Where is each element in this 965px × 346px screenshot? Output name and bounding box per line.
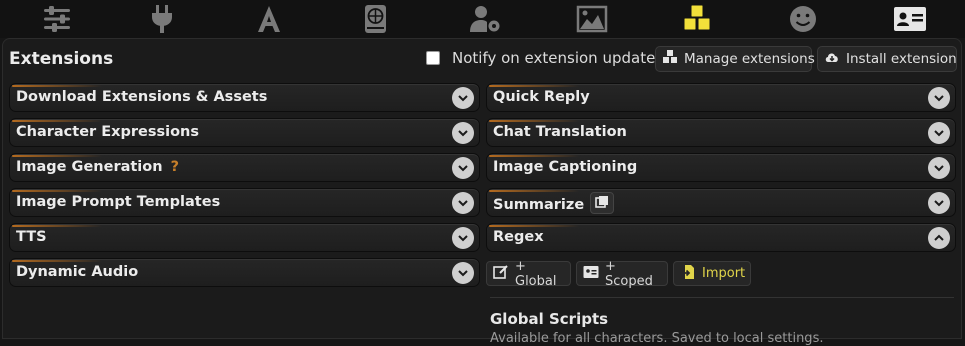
chevron-down-icon[interactable] — [928, 157, 950, 179]
cubes-icon — [662, 49, 678, 69]
drawer-image-prompt-templates[interactable]: Image Prompt Templates — [9, 188, 480, 217]
import-label: Import — [702, 266, 746, 281]
chevron-down-icon[interactable] — [452, 262, 474, 284]
file-import-icon — [680, 264, 696, 284]
user-gear-icon[interactable] — [459, 2, 511, 36]
drawer-label: Image Captioning — [493, 159, 638, 175]
drawer-label: Regex — [493, 229, 544, 245]
id-card-icon[interactable] — [884, 2, 936, 36]
drawer-character-expressions[interactable]: Character Expressions — [9, 118, 480, 147]
drawer-label: Quick Reply — [493, 89, 590, 105]
image-icon[interactable] — [566, 2, 618, 36]
manage-extensions-label: Manage extensions — [684, 51, 815, 67]
chevron-down-icon[interactable] — [452, 192, 474, 214]
drawer-image-generation[interactable]: Image Generation? — [9, 153, 480, 182]
smile-icon[interactable] — [777, 2, 829, 36]
cubes-icon[interactable] — [671, 2, 723, 36]
drawer-dynamic-audio[interactable]: Dynamic Audio — [9, 258, 480, 287]
drawer-image-captioning[interactable]: Image Captioning — [486, 153, 956, 182]
edit-icon — [493, 264, 509, 284]
chevron-down-icon[interactable] — [928, 192, 950, 214]
id-card-icon — [583, 264, 599, 284]
divider — [490, 297, 954, 298]
drawer-regex[interactable]: Regex — [486, 223, 956, 252]
sliders-icon[interactable] — [31, 2, 83, 36]
chevron-down-icon[interactable] — [452, 227, 474, 249]
drawer-label: Image Generation — [16, 159, 163, 175]
chevron-down-icon[interactable] — [928, 122, 950, 144]
drawer-tts[interactable]: TTS — [9, 223, 480, 252]
drawer-label: Dynamic Audio — [16, 264, 139, 280]
chevron-down-icon[interactable] — [452, 157, 474, 179]
globe-book-icon[interactable] — [349, 2, 401, 36]
chevron-down-icon[interactable] — [928, 87, 950, 109]
drawer-label: Character Expressions — [16, 124, 200, 140]
cloud-download-icon — [824, 49, 840, 69]
add-global-script-button[interactable]: + Global — [486, 258, 571, 289]
add-global-label: + Global — [515, 258, 557, 289]
notify-label: Notify on extension updates — [452, 49, 664, 67]
drawer-label: Download Extensions & Assets — [16, 89, 268, 105]
drawer-label: Chat Translation — [493, 124, 627, 140]
drawer-download-extensions[interactable]: Download Extensions & Assets — [9, 83, 480, 112]
manage-extensions-button[interactable]: Manage extensions — [655, 46, 815, 72]
global-scripts-title: Global Scripts — [490, 310, 609, 328]
add-scoped-label: + Scoped — [605, 258, 653, 289]
add-scoped-script-button[interactable]: + Scoped — [576, 258, 668, 289]
chevron-down-icon[interactable] — [452, 122, 474, 144]
install-extension-label: Install extension — [846, 51, 957, 67]
drawer-label: Image Prompt Templates — [16, 194, 221, 210]
page-title: Extensions — [9, 49, 114, 69]
font-icon[interactable] — [243, 2, 295, 36]
chevron-down-icon[interactable] — [452, 87, 474, 109]
plug-icon[interactable] — [136, 2, 188, 36]
drawer-label: Summarize — [493, 197, 585, 213]
top-nav-bar — [0, 0, 965, 38]
help-icon[interactable]: ? — [171, 159, 179, 175]
chevron-up-icon[interactable] — [928, 227, 950, 249]
notify-checkbox[interactable] — [426, 51, 440, 65]
install-extension-button[interactable]: Install extension — [817, 46, 957, 72]
import-script-button[interactable]: Import — [673, 261, 751, 286]
drawer-label: TTS — [16, 229, 47, 245]
drawer-chat-translation[interactable]: Chat Translation — [486, 118, 956, 147]
drawer-quick-reply[interactable]: Quick Reply — [486, 83, 956, 112]
drawer-summarize[interactable]: Summarize — [486, 188, 956, 217]
copy-icon[interactable] — [590, 192, 615, 214]
